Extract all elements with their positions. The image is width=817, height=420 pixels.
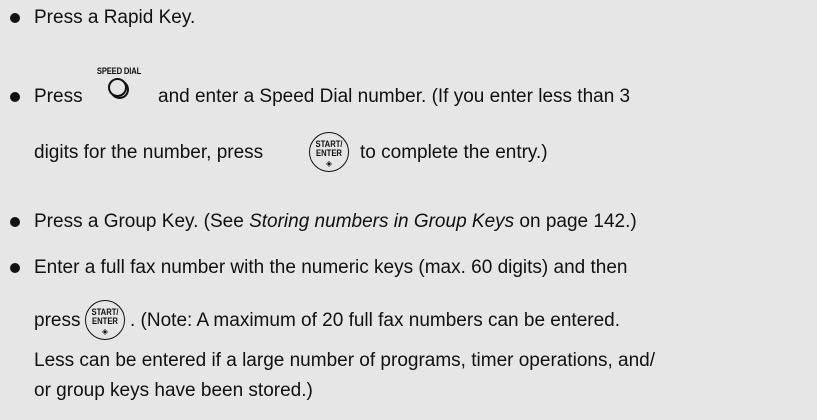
start-key-symbol-icon: ◈ — [325, 159, 333, 168]
bullet-dot — [10, 217, 20, 227]
instruction-full-fax-line4: or group keys have been stored.) — [34, 380, 313, 401]
start-key-line2: ENTER — [92, 316, 118, 326]
group-key-text-before: Press a Group Key. (See — [34, 211, 250, 232]
instruction-speed-dial-text: and enter a Speed Dial number. (If you e… — [158, 86, 631, 107]
bullet-dot — [10, 263, 20, 273]
instruction-speed-dial-line2-after: to complete the entry.) — [360, 142, 548, 163]
speed-dial-key-circle — [108, 78, 127, 97]
bullet-dot — [10, 13, 20, 23]
speed-dial-key-icon: SPEED DIAL — [90, 66, 148, 106]
bullet-dot — [10, 92, 20, 102]
instruction-full-fax-line2-after: . (Note: A maximum of 20 full fax number… — [130, 310, 621, 331]
group-key-reference: Storing numbers in Group Keys — [249, 211, 515, 232]
speed-dial-key-label: SPEED DIAL — [96, 66, 142, 76]
instruction-full-fax-line3: Less can be entered if a large number of… — [34, 350, 656, 371]
instruction-page: Press a Rapid Key. Press SPEED DIAL and … — [0, 0, 817, 420]
instruction-full-fax-line1: Enter a full fax number with the numeric… — [34, 257, 628, 278]
instruction-rapid-key: Press a Rapid Key. — [34, 7, 196, 28]
start-enter-key-icon: START/ ENTER ◈ — [85, 300, 125, 340]
instruction-full-fax-line2-before: press — [34, 310, 81, 331]
instruction-group-key: Press a Group Key. (See Storing numbers … — [34, 210, 637, 234]
group-key-text-after: on page 142.) — [514, 211, 637, 232]
start-enter-key-icon: START/ ENTER ◈ — [309, 132, 349, 172]
instruction-speed-dial-line2-before: digits for the number, press — [34, 142, 264, 163]
instruction-speed-dial-press: Press — [34, 86, 83, 107]
start-key-line2: ENTER — [316, 148, 342, 158]
start-key-symbol-icon: ◈ — [101, 327, 109, 336]
